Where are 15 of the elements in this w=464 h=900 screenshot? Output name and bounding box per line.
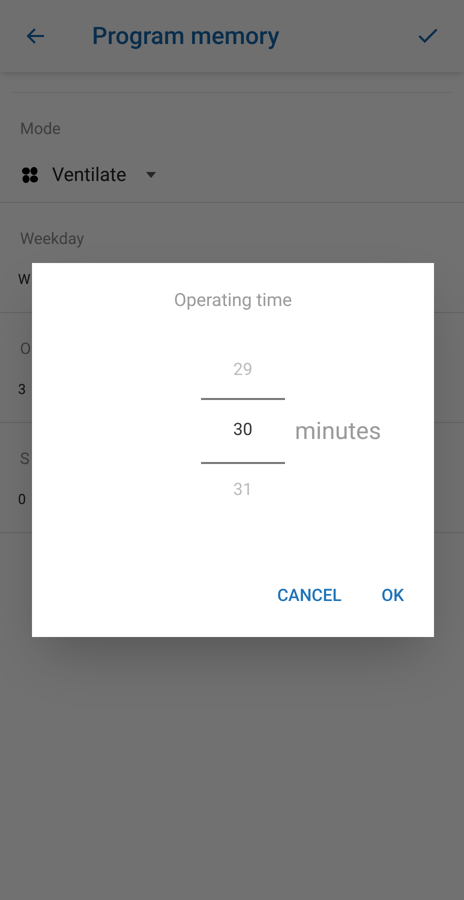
- dialog-title: Operating time: [174, 289, 292, 313]
- fan-icon: [20, 165, 40, 186]
- field-value[interactable]: 3: [18, 379, 26, 401]
- page-title: Program memory: [92, 21, 280, 52]
- field-value[interactable]: W: [18, 269, 30, 291]
- picker-value: 31: [233, 479, 252, 502]
- picker-value: 29: [233, 359, 252, 382]
- dialog-button[interactable]: OK: [366, 576, 420, 617]
- unit-label: minutes: [294, 416, 382, 447]
- field-value[interactable]: 0: [18, 489, 26, 511]
- picker-value: 30: [200, 398, 285, 464]
- dropdown-caret-icon: [146, 172, 156, 178]
- number-picker[interactable]: 29 30 31: [200, 354, 285, 508]
- mode-dropdown[interactable]: Ventilate: [20, 161, 156, 190]
- dialog-button[interactable]: CANCEL: [261, 576, 358, 617]
